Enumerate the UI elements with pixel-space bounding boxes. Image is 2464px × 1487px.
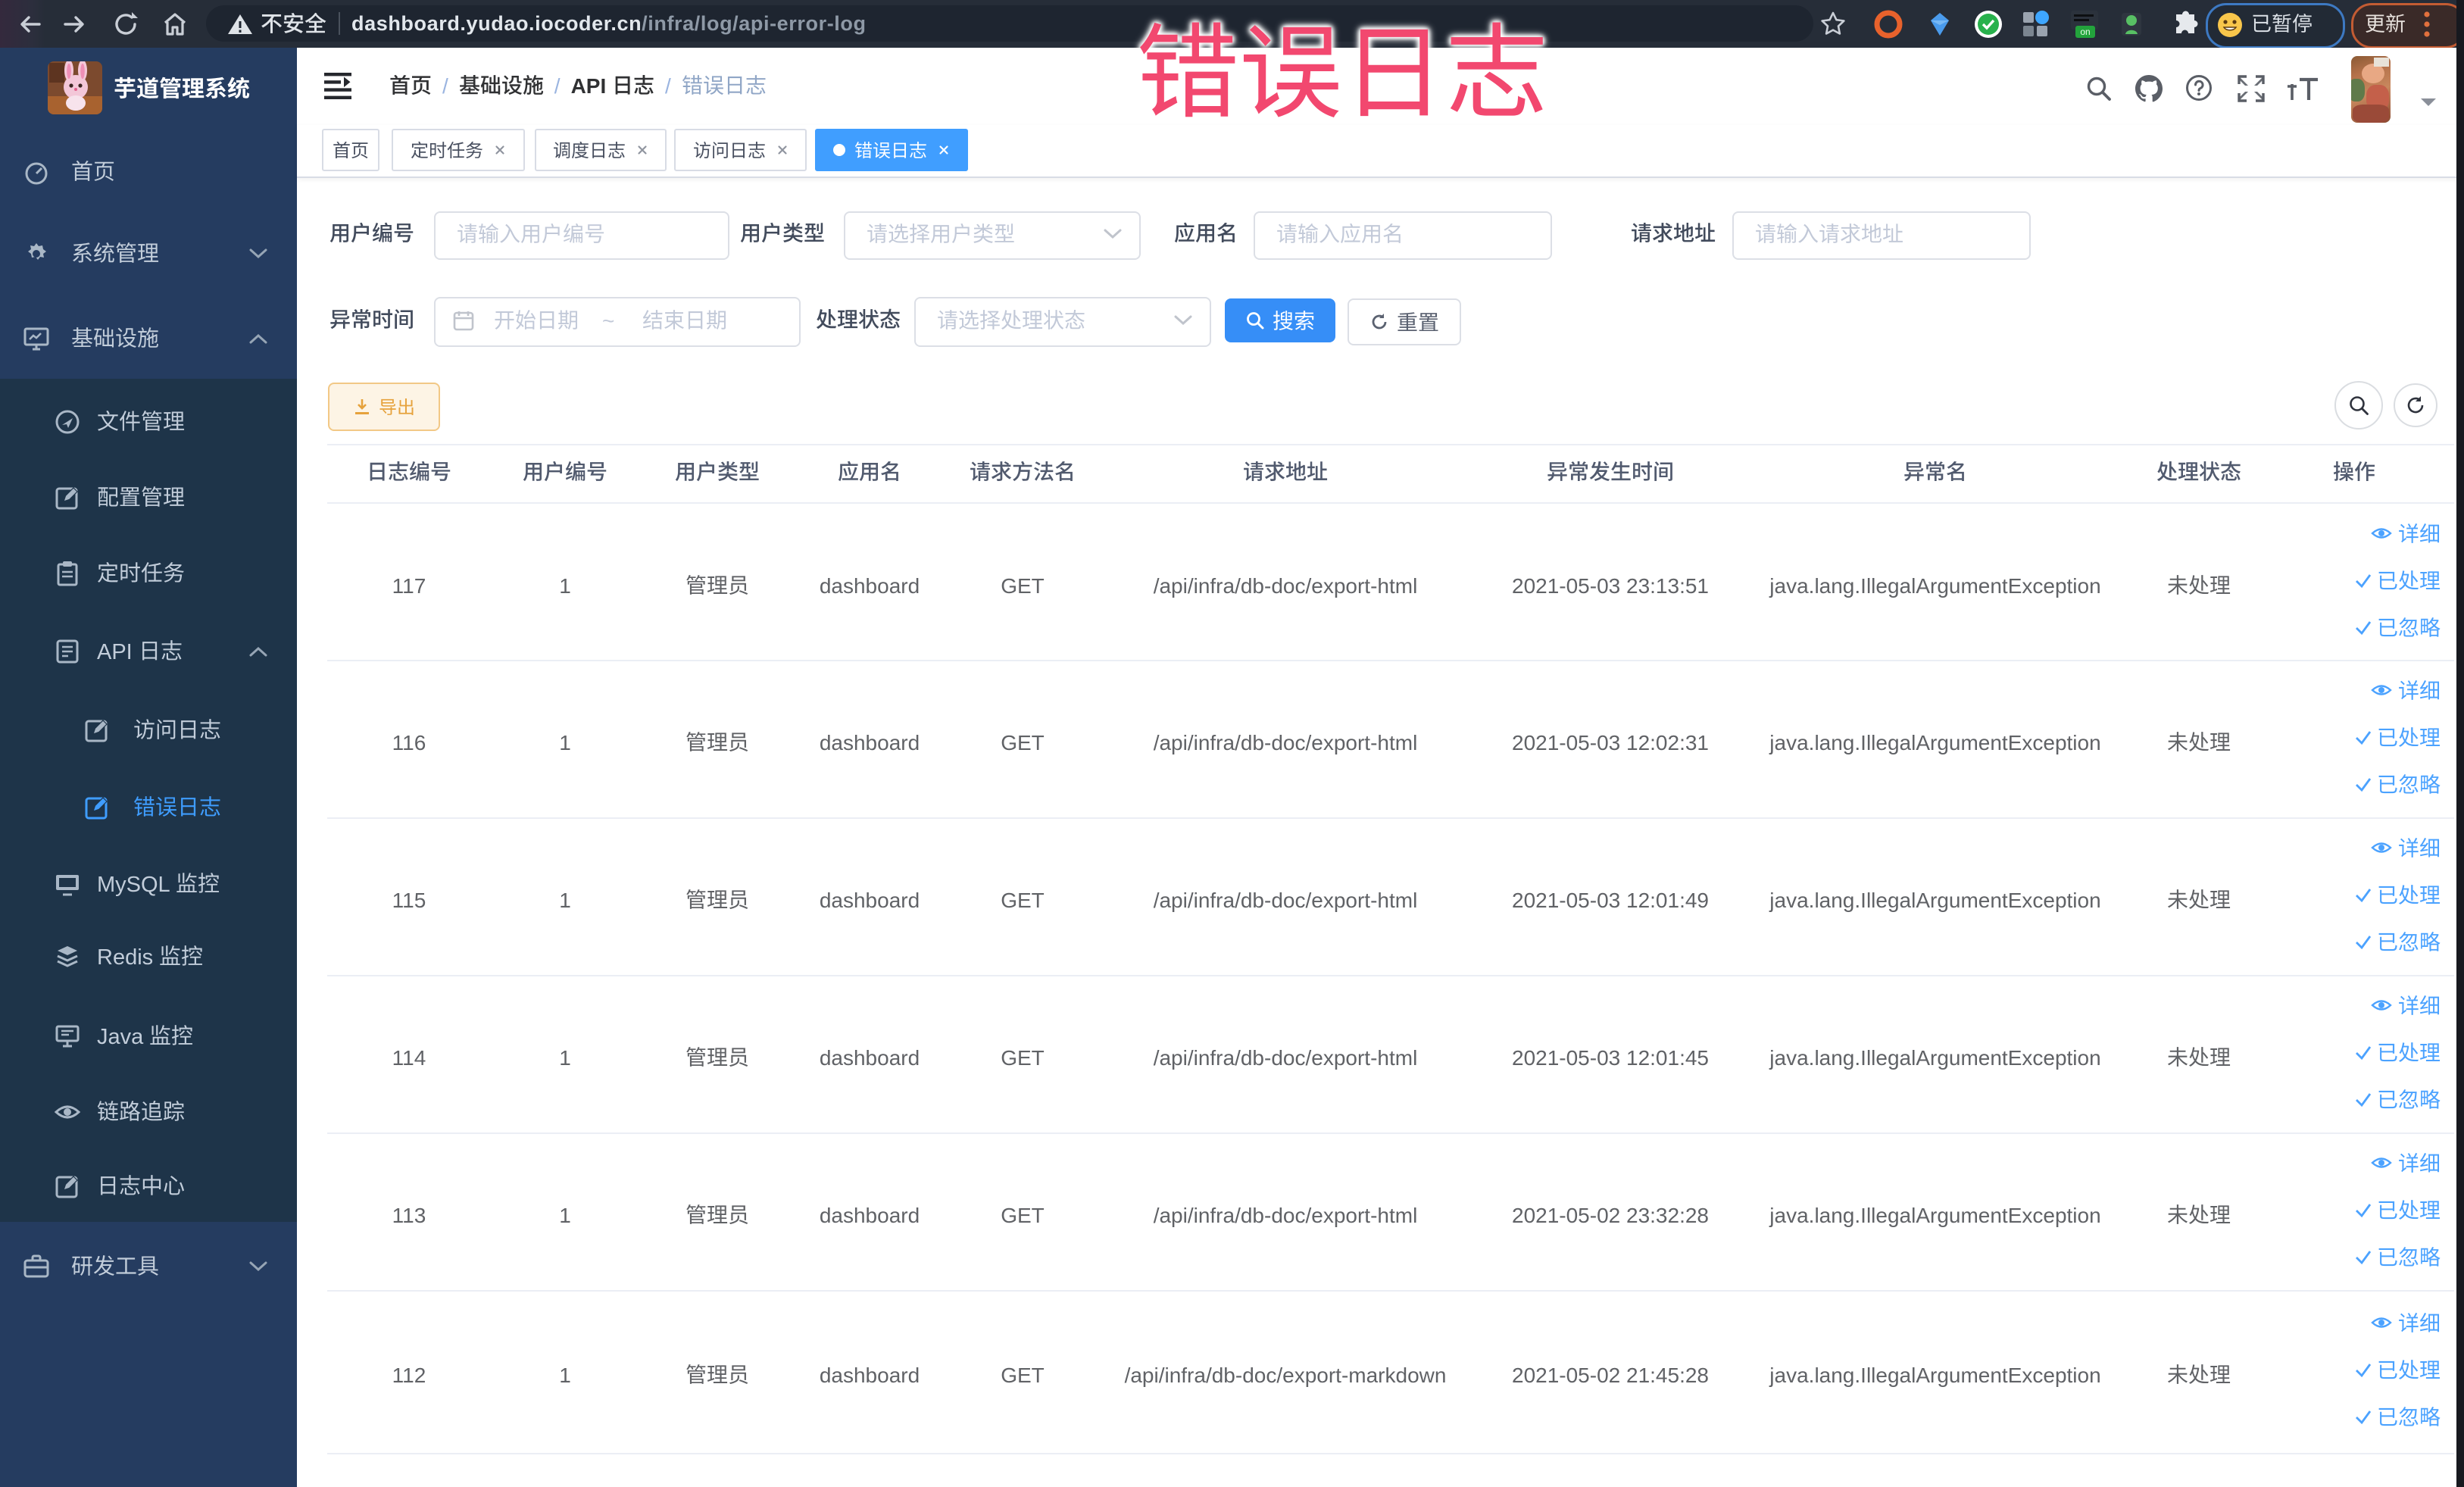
svg-text:on: on bbox=[2080, 27, 2090, 37]
